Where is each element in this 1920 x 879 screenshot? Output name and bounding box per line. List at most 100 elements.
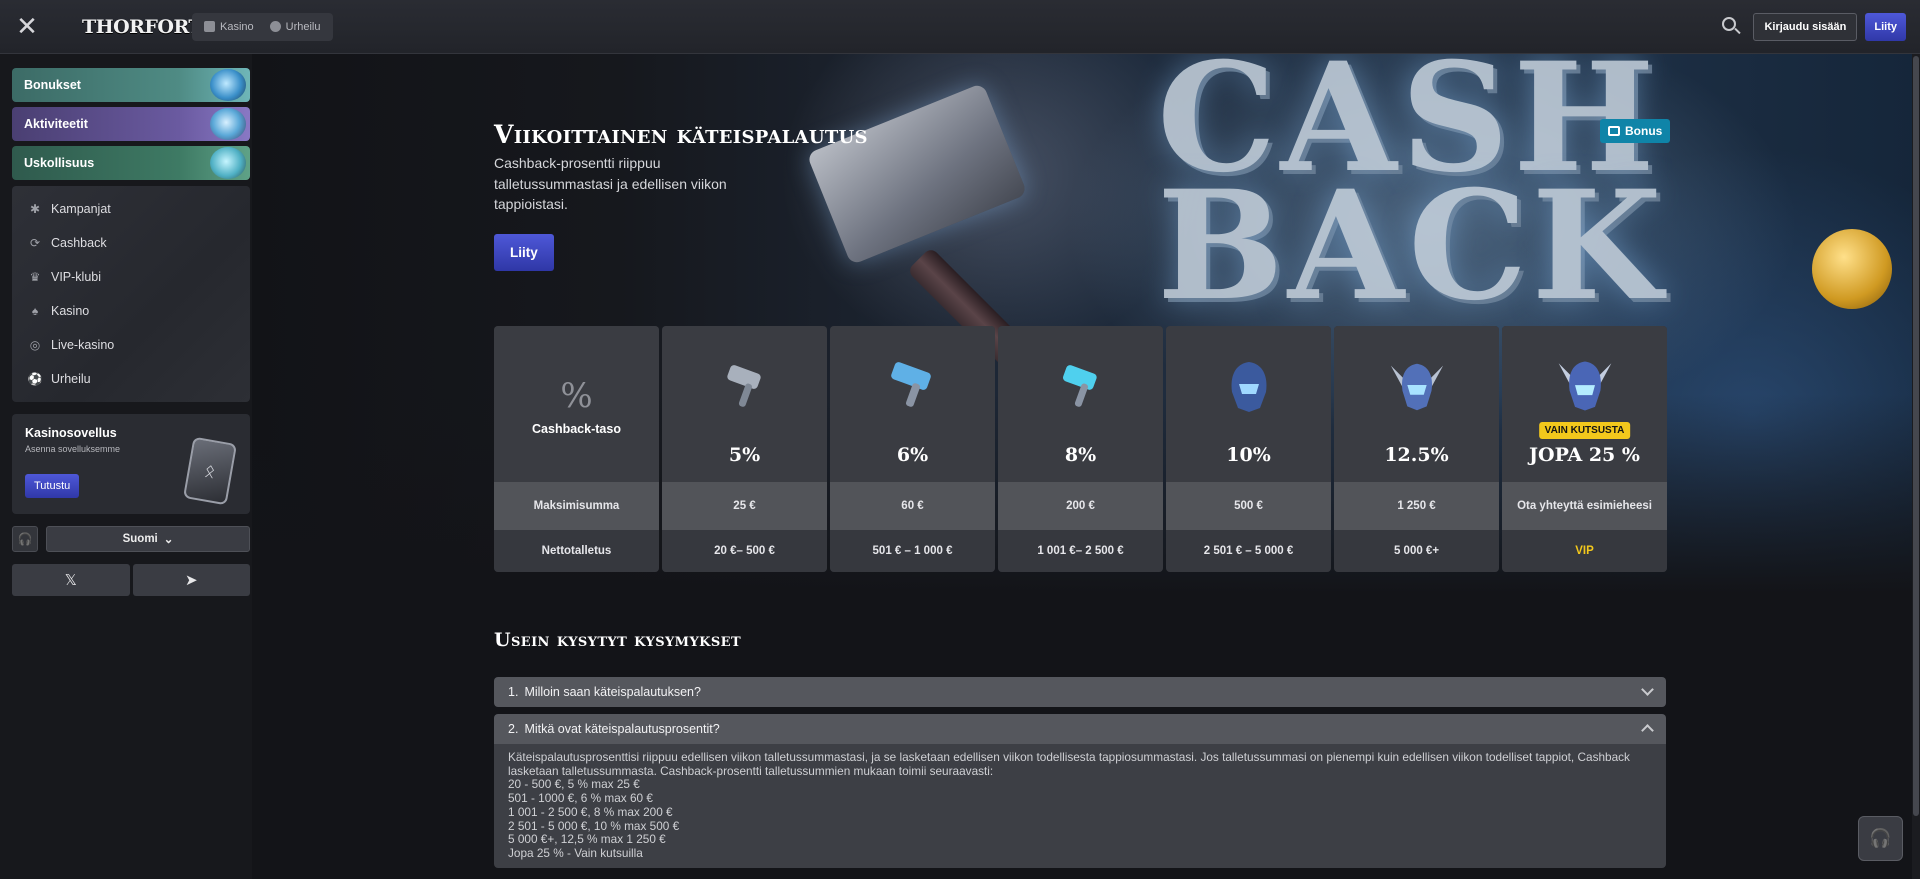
faq-item-expanded: 2. Mitkä ovat käteispalautusprosentit? K… — [494, 714, 1666, 868]
sidebar-item-live-casino[interactable]: ◎ Live-kasino — [12, 328, 250, 362]
tile-label: Bonukset — [24, 78, 81, 92]
vip-helmet-icon — [1555, 356, 1615, 416]
tier-column: 6% 60 € 501 € – 1 000 € — [830, 326, 995, 572]
sidebar-item-label: Live-kasino — [51, 338, 115, 352]
tab-sports[interactable]: Urheilu — [262, 21, 329, 33]
sidebar-item-cashback[interactable]: ⟳ Cashback — [12, 226, 250, 260]
tier-deposit: 501 € – 1 000 € — [830, 530, 995, 572]
faq-answer-line: 5 000 €+, 12,5 % max 1 250 € — [508, 832, 666, 847]
headset-icon: 🎧 — [17, 532, 33, 546]
tier-max: 1 250 € — [1334, 482, 1499, 530]
cashback-tier-table: % Cashback-taso Maksimisumma Nettotallet… — [494, 326, 1667, 572]
social-row: 𝕏 ➤ — [12, 564, 250, 596]
tier-column: 5% 25 € 20 €– 500 € — [662, 326, 827, 572]
login-button[interactable]: Kirjaudu sisään — [1753, 12, 1858, 41]
chevron-down-icon: ⌄ — [163, 534, 174, 546]
tier-percent: 12.5% — [1384, 444, 1449, 466]
logo[interactable]: THORFORTUNE — [82, 16, 249, 38]
tier-max: 200 € — [998, 482, 1163, 530]
main-content: CASH BACK Viikoittainen käteispalautus C… — [252, 54, 1920, 879]
faq-number: 1. — [508, 685, 519, 699]
faq-answer-line: 501 - 1000 €, 6 % max 60 € — [508, 791, 653, 806]
percent-icon: % — [560, 376, 593, 416]
x-social-button[interactable]: 𝕏 — [12, 564, 130, 596]
tier-header-label: Cashback-taso — [532, 422, 621, 436]
sidebar-tile-bonuses[interactable]: Bonukset — [12, 68, 250, 102]
tier-max: 500 € — [1166, 482, 1331, 530]
tier-deposit: 1 001 €– 2 500 € — [998, 530, 1163, 572]
tier-percent: JOPA 25 % — [1529, 444, 1640, 466]
tab-casino[interactable]: Kasino — [196, 21, 262, 33]
close-menu-button[interactable]: ✕ — [0, 0, 54, 54]
scrollbar-thumb[interactable] — [1913, 56, 1919, 816]
faq-answer-line: Jopa 25 % - Vain kutsuilla — [508, 845, 643, 860]
bonus-badge-label: Bonus — [1625, 124, 1663, 138]
sidebar-item-sports[interactable]: ⚽ Urheilu — [12, 362, 250, 396]
join-button[interactable]: Liity — [1865, 12, 1906, 41]
x-icon: 𝕏 — [64, 572, 77, 589]
tile-label: Uskollisuus — [24, 156, 95, 170]
hero-description: Cashback-prosentti riippuu talletussumma… — [494, 155, 727, 212]
sidebar-item-label: Kampanjat — [51, 202, 111, 216]
sidebar-item-vip[interactable]: ♛ VIP-klubi — [12, 260, 250, 294]
tier-percent: 10% — [1226, 444, 1271, 466]
activity-gem-icon — [210, 108, 246, 140]
bonus-gem-icon — [210, 69, 246, 101]
faq-answer-intro: Käteispalautusprosenttisi riippuu edelli… — [508, 750, 1630, 778]
top-bar: ✕ THORFORTUNE Kasino Urheilu Kirjaudu si… — [0, 0, 1920, 54]
faq-question-text: Mitkä ovat käteispalautusprosentit? — [524, 722, 720, 736]
tier-column: 8% 200 € 1 001 €– 2 500 € — [998, 326, 1163, 572]
tier-max: 60 € — [830, 482, 995, 530]
max-amount-label: Maksimisumma — [494, 482, 659, 530]
faq-answer: Käteispalautusprosenttisi riippuu edelli… — [494, 744, 1666, 868]
telegram-icon: ➤ — [184, 572, 198, 589]
tier-column-vip: VAIN KUTSUSTA JOPA 25 % Ota yhteyttä esi… — [1502, 326, 1667, 572]
live-casino-icon: ◎ — [29, 338, 41, 352]
telegram-social-button[interactable]: ➤ — [132, 564, 250, 596]
silver-hammer-icon — [715, 356, 775, 416]
faq-answer-line: 20 - 500 €, 5 % max 25 € — [508, 777, 640, 792]
faq-question-text: Milloin saan käteispalautuksen? — [524, 685, 701, 699]
hero-join-button[interactable]: Liity — [494, 234, 554, 271]
language-label: Suomi — [122, 533, 158, 545]
cashback-icon: ⟳ — [29, 236, 41, 250]
support-button[interactable]: 🎧 — [12, 526, 38, 552]
page-title: Viikoittainen käteispalautus — [494, 120, 868, 149]
cards-icon: ♠ — [31, 304, 39, 318]
mode-tabs: Kasino Urheilu — [192, 12, 333, 41]
utility-row: 🎧 Suomi ⌄ — [12, 526, 250, 552]
faq-question[interactable]: 1. Milloin saan käteispalautuksen? — [494, 677, 1666, 707]
sidebar-tile-loyalty[interactable]: Uskollisuus — [12, 146, 250, 180]
ticket-icon — [1608, 126, 1620, 136]
sidebar-item-casino[interactable]: ♠ Kasino — [12, 294, 250, 328]
sidebar-item-promotions[interactable]: ✱ Kampanjat — [12, 192, 250, 226]
faq-number: 2. — [508, 722, 519, 736]
blue-hammer-icon — [883, 356, 943, 416]
tier-column: 12.5% 1 250 € 5 000 €+ — [1334, 326, 1499, 572]
tier-max: 25 € — [662, 482, 827, 530]
phone-icon: ᛟ — [182, 436, 238, 506]
sidebar-tile-activities[interactable]: Aktiviteetit — [12, 107, 250, 141]
tier-column: 10% 500 € 2 501 € – 5 000 € — [1166, 326, 1331, 572]
search-button[interactable] — [1717, 13, 1745, 41]
faq-answer-line: 1 001 - 2 500 €, 8 % max 200 € — [508, 804, 673, 819]
hammer-art — [806, 82, 1028, 266]
app-explore-button[interactable]: Tutustu — [25, 474, 80, 498]
tile-label: Aktiviteetit — [24, 117, 88, 131]
faq-title: Usein kysytyt kysymykset — [494, 629, 742, 651]
close-icon: ✕ — [16, 11, 38, 41]
promotions-icon: ✱ — [29, 202, 41, 216]
sidebar-nav: ✱ Kampanjat ⟳ Cashback ♛ VIP-klubi ♠ Kas… — [12, 186, 250, 402]
sidebar: Bonukset Aktiviteetit Uskollisuus ✱ Kamp… — [12, 68, 250, 596]
tab-label: Urheilu — [285, 20, 321, 33]
tier-deposit: 5 000 €+ — [1334, 530, 1499, 572]
helmet-icon — [1219, 356, 1279, 416]
language-select[interactable]: Suomi ⌄ — [46, 526, 250, 552]
floating-support-button[interactable]: 🎧 — [1858, 816, 1903, 861]
sidebar-item-label: Cashback — [51, 236, 107, 250]
faq-item: 1. Milloin saan käteispalautuksen? — [494, 677, 1666, 707]
cashback-art-text: CASH BACK — [1157, 54, 1666, 334]
sidebar-item-label: VIP-klubi — [51, 270, 102, 284]
crown-icon: ♛ — [29, 270, 41, 284]
faq-question[interactable]: 2. Mitkä ovat käteispalautusprosentit? — [494, 714, 1666, 744]
